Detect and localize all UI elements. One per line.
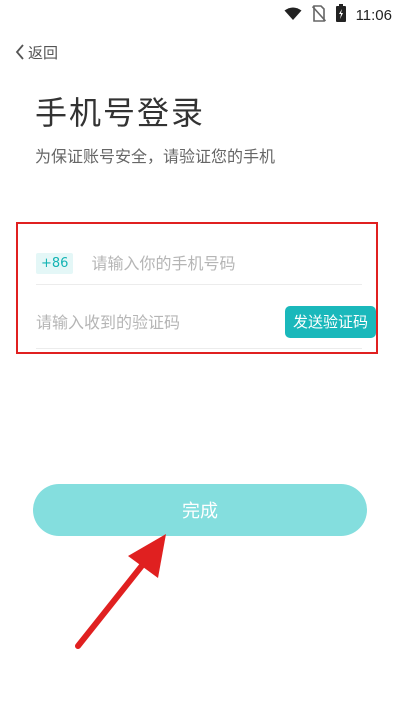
wifi-icon: [284, 6, 302, 25]
page-title: 手机号登录: [35, 94, 206, 132]
back-label: 返回: [28, 43, 59, 62]
annotation-arrow-icon: [75, 534, 166, 649]
status-icons: 11:06: [284, 4, 392, 26]
login-form-highlight: +86 发送验证码: [16, 222, 378, 354]
code-row: 发送验证码: [36, 296, 376, 349]
page-subtitle: 为保证账号安全，请验证您的手机: [35, 147, 276, 166]
no-sim-icon: [311, 4, 326, 26]
verification-code-input[interactable]: [36, 312, 206, 332]
phone-row: +86: [36, 242, 362, 285]
country-code-badge[interactable]: +86: [36, 252, 74, 274]
chevron-left-icon: [14, 43, 26, 61]
status-time: 11:06: [355, 6, 392, 24]
battery-charging-icon: [335, 4, 346, 26]
send-code-button[interactable]: 发送验证码: [284, 306, 376, 338]
status-bar: 11:06: [0, 0, 400, 28]
phone-input[interactable]: [91, 253, 262, 273]
back-button[interactable]: 返回: [14, 40, 58, 64]
login-screen: 11:06 返回 手机号登录 为保证账号安全，请验证您的手机 +86 发送验证码…: [0, 0, 400, 711]
